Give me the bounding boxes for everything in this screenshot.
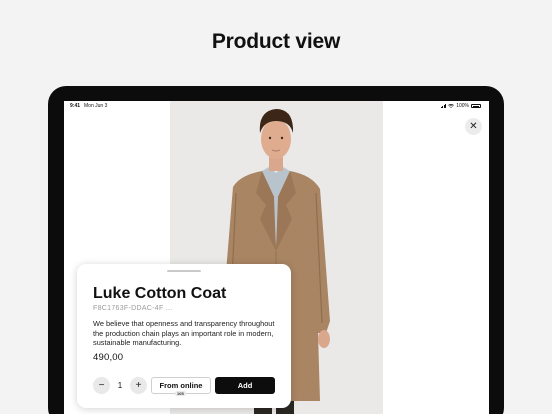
product-sheet: Luke Cotton Coat F8C1763F-DDAC-4F ... We…: [77, 264, 291, 408]
cellular-signal-icon: [440, 104, 447, 108]
from-online-label: From online: [159, 381, 203, 390]
product-price: 490,00: [93, 352, 124, 363]
status-time: 9:41: [70, 103, 81, 109]
product-sku: F8C1763F-DDAC-4F ...: [93, 305, 173, 312]
battery-icon: [471, 104, 481, 108]
battery-percent: 100%: [456, 103, 469, 109]
add-label: Add: [237, 381, 253, 390]
status-date: Mon Jun 3: [84, 103, 108, 109]
quantity-stepper: − 1 +: [93, 377, 147, 394]
quantity-value: 1: [117, 381, 123, 390]
close-button[interactable]: ✕: [465, 118, 482, 135]
from-online-count-badge: 105: [175, 391, 186, 396]
close-icon: ✕: [469, 121, 478, 132]
product-name: Luke Cotton Coat: [93, 285, 227, 302]
sheet-grabber-handle[interactable]: [167, 270, 201, 272]
from-online-button[interactable]: From online 105: [151, 377, 211, 396]
page-heading: Product view: [211, 30, 341, 53]
product-description: We believe that openness and transparenc…: [93, 319, 275, 348]
add-button[interactable]: Add: [215, 377, 275, 394]
plus-icon: +: [135, 380, 142, 391]
decrement-button[interactable]: −: [93, 377, 110, 394]
wifi-icon: [448, 104, 455, 108]
status-right: 100%: [440, 103, 481, 109]
increment-button[interactable]: +: [130, 377, 147, 394]
minus-icon: −: [98, 380, 105, 391]
